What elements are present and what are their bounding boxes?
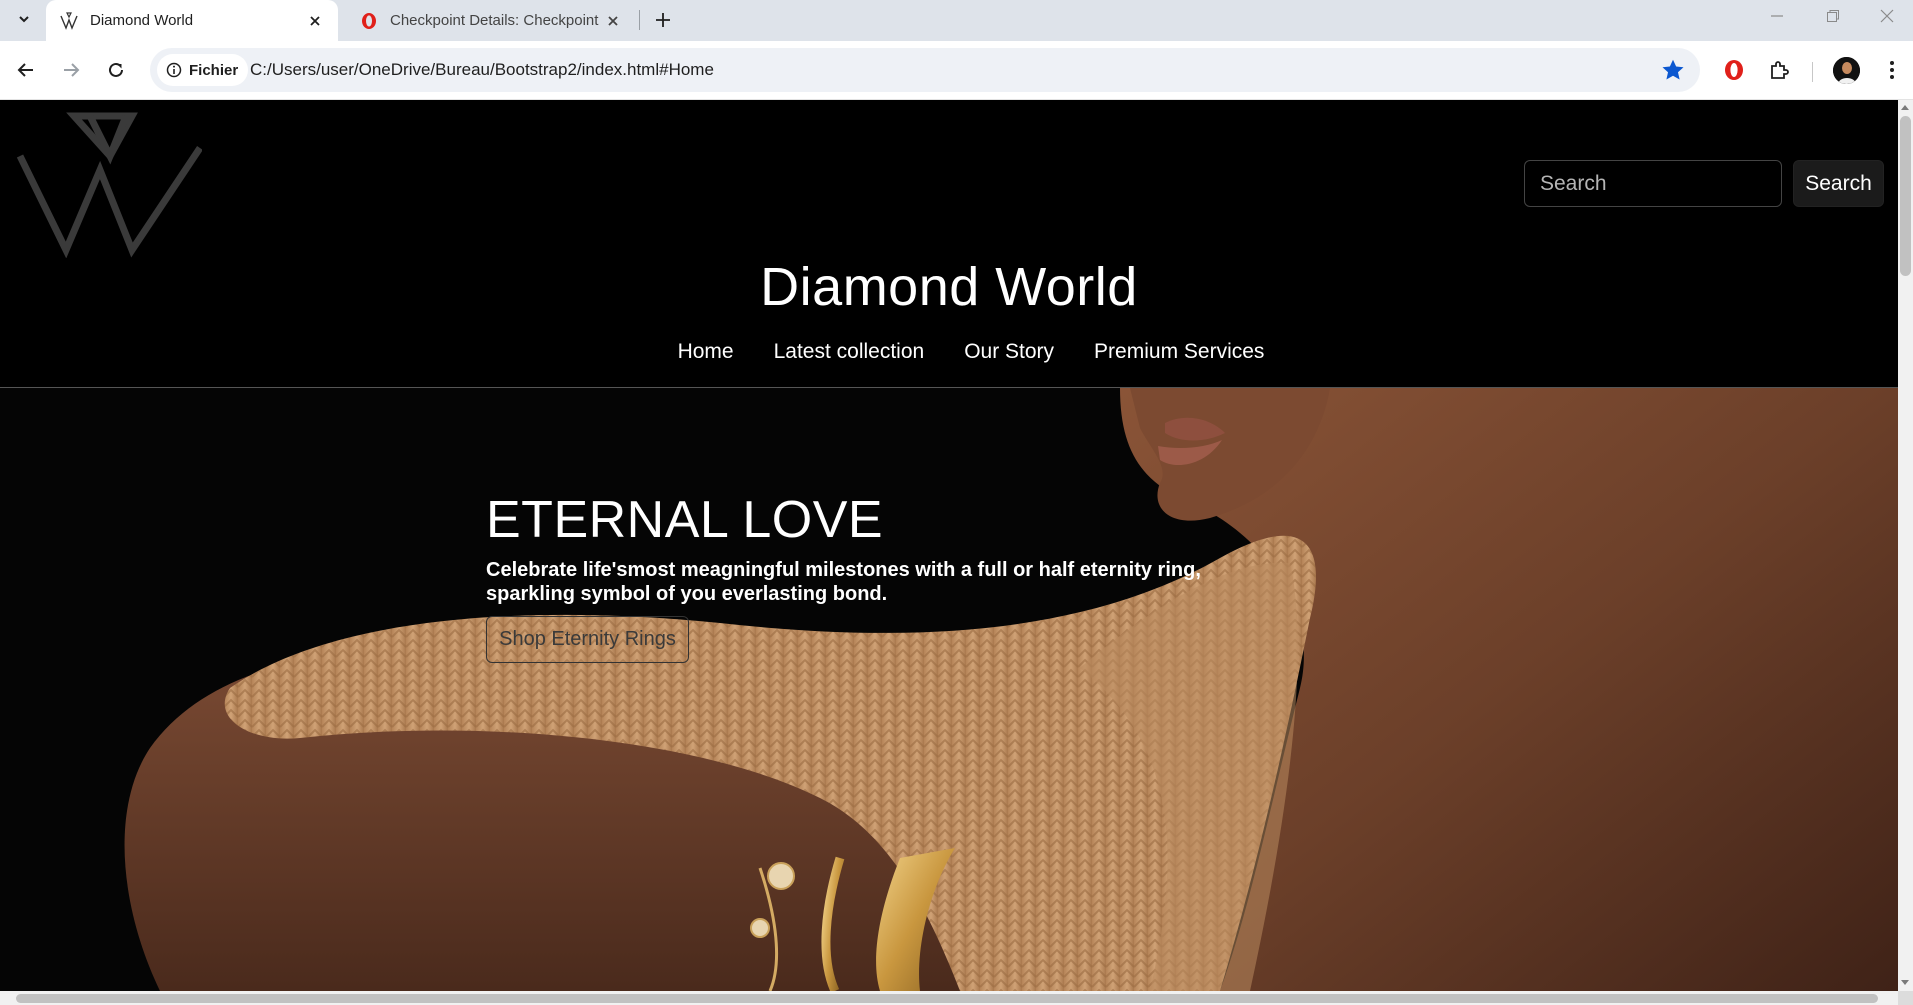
more-vertical-icon xyxy=(1890,61,1894,79)
opera-icon xyxy=(358,10,380,32)
vertical-scroll-thumb[interactable] xyxy=(1900,116,1911,276)
close-tab-icon[interactable] xyxy=(304,10,326,32)
nav-link-home[interactable]: Home xyxy=(678,340,734,364)
nav-link-our-story[interactable]: Our Story xyxy=(964,340,1054,364)
address-bar[interactable]: Fichier C:/Users/user/OneDrive/Bureau/Bo… xyxy=(150,48,1700,92)
extensions-button[interactable] xyxy=(1763,53,1797,87)
site-info-chip[interactable]: Fichier xyxy=(157,54,249,86)
tab-title: Diamond World xyxy=(90,12,194,29)
plus-icon xyxy=(656,13,670,27)
tab-search-menu-button[interactable] xyxy=(9,5,39,33)
horizontal-scrollbar[interactable] xyxy=(0,991,1898,1005)
diamond-world-logo-icon xyxy=(16,112,202,258)
shop-eternity-rings-button[interactable]: Shop Eternity Rings xyxy=(486,616,689,663)
hero-title: ETERNAL LOVE xyxy=(486,491,884,549)
profile-avatar[interactable] xyxy=(1833,57,1860,84)
restore-icon xyxy=(1827,10,1839,22)
reload-button[interactable] xyxy=(99,53,133,87)
close-tab-icon[interactable] xyxy=(602,10,624,32)
main-nav: Home Latest collection Our Story Premium… xyxy=(0,340,1898,364)
close-window-button[interactable] xyxy=(1861,0,1913,32)
chevron-down-icon xyxy=(19,16,29,23)
puzzle-icon xyxy=(1771,61,1789,79)
tab-divider xyxy=(639,10,640,30)
horizontal-scroll-thumb[interactable] xyxy=(16,994,1878,1003)
scroll-up-arrow-icon[interactable] xyxy=(1901,105,1909,110)
opera-extension-button[interactable] xyxy=(1717,53,1751,87)
bookmark-star-icon[interactable] xyxy=(1660,57,1686,83)
scroll-down-arrow-icon[interactable] xyxy=(1901,980,1909,985)
scrollbar-corner xyxy=(1898,991,1913,1005)
hero-image xyxy=(0,388,1898,991)
tab-diamond-world[interactable]: Diamond World xyxy=(46,0,338,41)
site-header: Search Diamond World Home Latest collect… xyxy=(0,100,1898,388)
arrow-right-icon xyxy=(64,63,80,77)
close-icon xyxy=(1880,9,1894,23)
tab-title: Checkpoint Details: Checkpoint xyxy=(390,12,599,29)
page-viewport: Search Diamond World Home Latest collect… xyxy=(0,100,1898,991)
diamond-world-logo-icon xyxy=(58,10,80,32)
opera-icon xyxy=(1725,60,1743,80)
new-tab-button[interactable] xyxy=(648,5,678,35)
browser-menu-button[interactable] xyxy=(1875,53,1909,87)
search-button[interactable]: Search xyxy=(1793,160,1884,207)
site-title: Diamond World xyxy=(760,257,1138,317)
site-chip-label: Fichier xyxy=(189,61,239,79)
back-button[interactable] xyxy=(9,53,43,87)
forward-button[interactable] xyxy=(54,53,88,87)
browser-toolbar: Fichier C:/Users/user/OneDrive/Bureau/Bo… xyxy=(0,41,1913,100)
hero-section: ETERNAL LOVE Celebrate life'smost meagni… xyxy=(0,388,1898,991)
nav-link-premium-services[interactable]: Premium Services xyxy=(1094,340,1264,364)
arrow-left-icon xyxy=(17,63,33,77)
minimize-button[interactable] xyxy=(1749,0,1805,32)
minimize-icon xyxy=(1771,15,1783,17)
vertical-scrollbar[interactable] xyxy=(1898,100,1913,991)
browser-tab-bar: Diamond World Checkpoint Details: Checkp… xyxy=(0,0,1913,41)
hero-subtitle: Celebrate life'smost meagningful milesto… xyxy=(486,559,1201,605)
nav-link-latest-collection[interactable]: Latest collection xyxy=(774,340,925,364)
url-text[interactable]: C:/Users/user/OneDrive/Bureau/Bootstrap2… xyxy=(250,60,714,80)
reload-icon xyxy=(109,62,123,77)
restore-button[interactable] xyxy=(1805,0,1861,32)
search-input[interactable] xyxy=(1524,160,1782,207)
toolbar-divider xyxy=(1812,62,1813,82)
tab-checkpoint-details[interactable]: Checkpoint Details: Checkpoint xyxy=(346,0,636,41)
info-icon xyxy=(166,62,182,78)
